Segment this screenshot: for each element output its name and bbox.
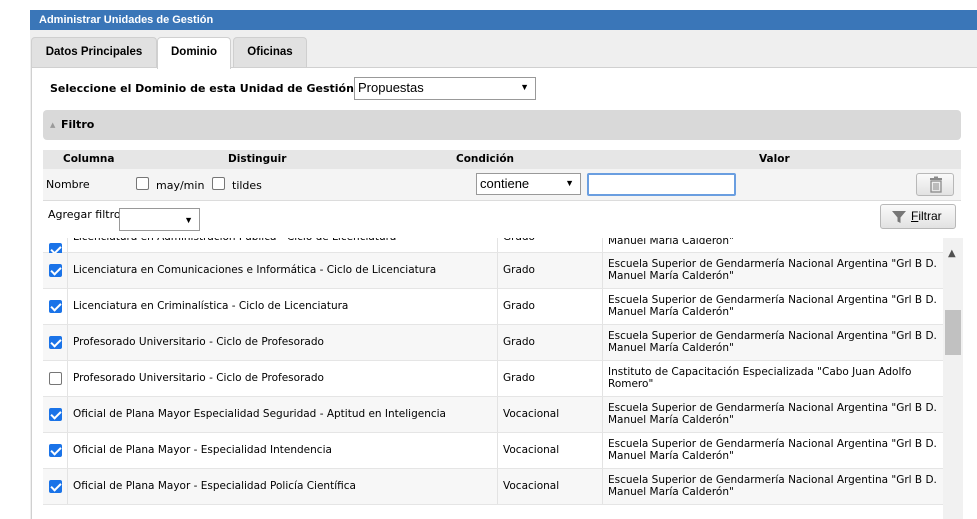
table-row: Oficial de Plana Mayor - Especialidad In… <box>43 433 943 469</box>
row-type: Vocacional <box>503 480 560 492</box>
row-institution: Instituto de Capacitación Especializada … <box>608 366 912 390</box>
trash-icon <box>930 176 942 193</box>
condition-select[interactable]: contiene ▼ <box>476 173 581 195</box>
row-type: Vocacional <box>503 408 560 420</box>
add-filter-label: Agregar filtro <box>48 208 121 221</box>
table-row: Profesorado Universitario - Ciclo de Pro… <box>43 325 943 361</box>
row-type: Grado <box>503 336 535 348</box>
header-value: Valor <box>759 153 790 165</box>
panel-title: Administrar Unidades de Gestión <box>30 10 977 30</box>
scroll-up-icon[interactable]: ▲ <box>948 248 956 259</box>
row-type: Grado <box>503 264 535 276</box>
table-row: Licenciatura en Comunicaciones e Informá… <box>43 253 943 289</box>
tab-datos-principales[interactable]: Datos Principales <box>31 37 157 67</box>
domain-select-value: Propuestas <box>358 80 424 95</box>
filter-button-label-rest: iltrar <box>918 209 942 223</box>
accents-label: tildes <box>232 179 262 192</box>
dropdown-arrow-icon: ▼ <box>184 215 193 225</box>
table-row: Oficial de Plana Mayor - Especialidad Po… <box>43 469 943 505</box>
row-checkbox[interactable] <box>49 480 62 493</box>
row-checkbox[interactable] <box>49 444 62 457</box>
condition-select-value: contiene <box>480 176 530 191</box>
row-institution: Escuela Superior de Gendarmería Nacional… <box>608 330 937 354</box>
row-name: Oficial de Plana Mayor - Especialidad In… <box>73 444 332 456</box>
delete-filter-button[interactable] <box>916 173 954 196</box>
dropdown-arrow-icon: ▼ <box>520 82 529 92</box>
row-checkbox[interactable] <box>49 336 62 349</box>
row-checkbox[interactable] <box>49 408 62 421</box>
row-name: Oficial de Plana Mayor Especialidad Segu… <box>73 408 446 420</box>
header-condition: Condición <box>456 153 515 165</box>
row-institution: Escuela Superior de Gendarmería Nacional… <box>608 402 937 426</box>
dropdown-arrow-icon: ▼ <box>565 178 574 188</box>
caret-up-icon: ▲ <box>50 121 56 129</box>
row-name: Licenciatura en Comunicaciones e Informá… <box>73 264 437 276</box>
header-distinguish: Distinguir <box>228 153 287 165</box>
row-name: Licenciatura en Criminalística - Ciclo d… <box>73 300 349 312</box>
row-institution: Manuel María Calderón" <box>608 238 734 247</box>
case-sensitive-checkbox[interactable] <box>136 177 149 190</box>
case-sensitive-label: may/min <box>156 179 205 192</box>
tab-oficinas[interactable]: Oficinas <box>233 37 307 67</box>
list-scrollbar[interactable]: ▲ <box>943 238 963 519</box>
table-row: Licenciatura en Criminalística - Ciclo d… <box>43 289 943 325</box>
scrollbar-thumb[interactable] <box>945 310 961 355</box>
funnel-icon <box>892 211 906 223</box>
filter-value-input[interactable] <box>587 173 736 196</box>
filter-value-field[interactable] <box>589 175 734 194</box>
row-name: Profesorado Universitario - Ciclo de Pro… <box>73 336 324 348</box>
row-institution: Escuela Superior de Gendarmería Nacional… <box>608 258 937 282</box>
accents-checkbox[interactable] <box>212 177 225 190</box>
table-row: Profesorado Universitario - Ciclo de Pro… <box>43 361 943 397</box>
filter-button-label: Filtrar <box>911 209 942 223</box>
table-row: Oficial de Plana Mayor Especialidad Segu… <box>43 397 943 433</box>
row-type: Grado <box>503 300 535 312</box>
add-filter-select[interactable]: ▼ <box>119 208 200 231</box>
row-type: Grado <box>503 372 535 384</box>
row-institution: Escuela Superior de Gendarmería Nacional… <box>608 294 937 318</box>
row-checkbox[interactable] <box>49 372 62 385</box>
row-institution: Escuela Superior de Gendarmería Nacional… <box>608 438 937 462</box>
domain-select[interactable]: Propuestas ▼ <box>354 77 536 100</box>
row-name: Profesorado Universitario - Ciclo de Pro… <box>73 372 324 384</box>
filter-section-label: Filtro <box>61 118 95 131</box>
row-type: Vocacional <box>503 444 560 456</box>
filter-column-name: Nombre <box>46 178 90 191</box>
row-name: Oficial de Plana Mayor - Especialidad Po… <box>73 480 356 492</box>
filter-section-header[interactable]: ▲ Filtro <box>43 110 961 140</box>
propuestas-list: Licenciatura en Administración Pública -… <box>43 238 943 519</box>
tab-dominio[interactable]: Dominio <box>157 37 231 69</box>
table-row: Licenciatura en Administración Pública -… <box>43 238 943 256</box>
header-column: Columna <box>63 153 115 165</box>
row-institution: Escuela Superior de Gendarmería Nacional… <box>608 474 937 498</box>
row-checkbox[interactable] <box>49 264 62 277</box>
filter-header-row: Columna Distinguir Condición Valor <box>43 150 961 169</box>
domain-label: Seleccione el Dominio de esta Unidad de … <box>50 82 374 95</box>
row-checkbox[interactable] <box>49 300 62 313</box>
filter-button[interactable]: Filtrar <box>880 204 956 229</box>
